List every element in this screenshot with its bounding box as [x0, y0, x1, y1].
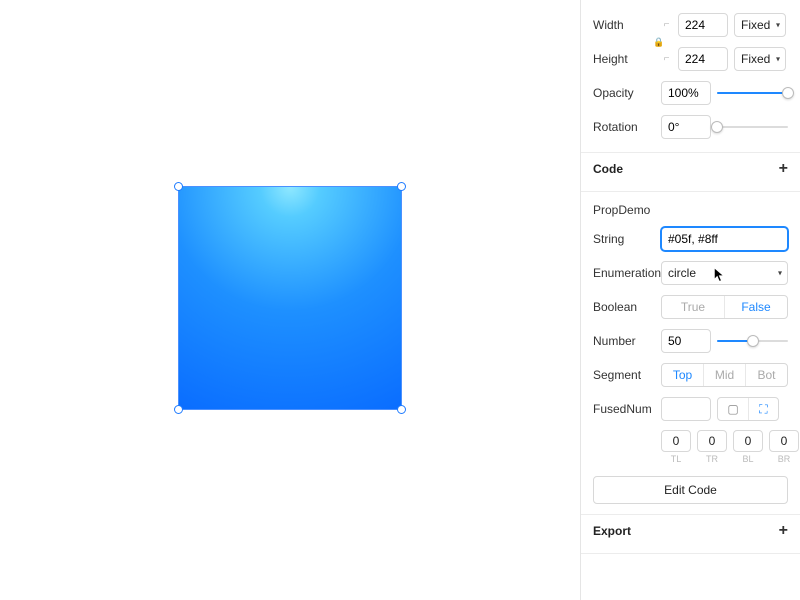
uniform-corners-icon[interactable]: ▢: [718, 398, 748, 420]
width-sizing-select[interactable]: Fixed▾: [734, 13, 786, 37]
width-label: Width: [593, 18, 655, 32]
prop-number-input[interactable]: [661, 329, 711, 353]
inspector-panel: Width ⌐ Fixed▾ 🔒 Height ⌐ Fixed▾ Opacity…: [580, 0, 800, 600]
prop-segment-label: Segment: [593, 368, 655, 382]
lock-icon[interactable]: 🔒: [653, 37, 664, 48]
prop-number-slider[interactable]: [717, 340, 788, 342]
segment-bot[interactable]: Bot: [745, 364, 787, 386]
height-dim-icon: ⌐: [661, 55, 672, 63]
boolean-true-option[interactable]: True: [662, 296, 724, 318]
export-section-title: Export: [593, 524, 631, 538]
prop-enum-label: Enumeration: [593, 266, 655, 280]
canvas-area[interactable]: [0, 0, 580, 600]
resize-handle-bl[interactable]: [174, 405, 183, 414]
edit-code-button[interactable]: Edit Code: [593, 476, 788, 504]
chevron-down-icon: ▾: [778, 269, 782, 278]
height-input[interactable]: [678, 47, 728, 71]
rotation-label: Rotation: [593, 120, 655, 134]
prop-segment-control[interactable]: Top Mid Bot: [661, 363, 788, 387]
plus-icon[interactable]: +: [779, 161, 788, 177]
opacity-slider[interactable]: [717, 92, 788, 94]
corner-br-input[interactable]: 0: [769, 430, 799, 452]
corner-tr-caption: TR: [706, 454, 718, 464]
prop-boolean-toggle[interactable]: True False: [661, 295, 788, 319]
corner-br-caption: BR: [778, 454, 791, 464]
height-sizing-select[interactable]: Fixed▾: [734, 47, 786, 71]
prop-number-label: Number: [593, 334, 655, 348]
prop-fused-label: FusedNum: [593, 402, 655, 416]
prop-string-label: String: [593, 232, 655, 246]
chevron-down-icon: ▾: [776, 55, 780, 64]
corner-tr-input[interactable]: 0: [697, 430, 727, 452]
resize-handle-tl[interactable]: [174, 182, 183, 191]
code-section-header[interactable]: Code +: [581, 153, 800, 185]
corner-bl-input[interactable]: 0: [733, 430, 763, 452]
corner-tl-caption: TL: [671, 454, 682, 464]
opacity-input[interactable]: [661, 81, 711, 105]
export-section-header[interactable]: Export +: [581, 515, 800, 547]
height-label: Height: [593, 52, 655, 66]
segment-top[interactable]: Top: [662, 364, 703, 386]
corner-radius-inputs: 0TL 0TR 0BL 0BR: [661, 430, 788, 464]
plus-icon[interactable]: +: [779, 523, 788, 539]
independent-corners-icon[interactable]: ⛶: [748, 398, 778, 420]
width-input[interactable]: [678, 13, 728, 37]
prop-string-input[interactable]: [661, 227, 788, 251]
component-name: PropDemo: [593, 198, 788, 222]
chevron-down-icon: ▾: [776, 21, 780, 30]
prop-enum-select[interactable]: circle▾: [661, 261, 788, 285]
corner-bl-caption: BL: [742, 454, 753, 464]
resize-handle-br[interactable]: [397, 405, 406, 414]
rotation-slider[interactable]: [717, 126, 788, 128]
boolean-false-option[interactable]: False: [724, 296, 787, 318]
selected-shape[interactable]: [178, 186, 402, 410]
fused-mode-toggle[interactable]: ▢ ⛶: [717, 397, 779, 421]
width-dim-icon: ⌐: [661, 21, 672, 29]
rotation-input[interactable]: [661, 115, 711, 139]
opacity-label: Opacity: [593, 86, 655, 100]
prop-fused-input[interactable]: [661, 397, 711, 421]
corner-tl-input[interactable]: 0: [661, 430, 691, 452]
prop-boolean-label: Boolean: [593, 300, 655, 314]
code-section-title: Code: [593, 162, 623, 176]
segment-mid[interactable]: Mid: [703, 364, 745, 386]
resize-handle-tr[interactable]: [397, 182, 406, 191]
